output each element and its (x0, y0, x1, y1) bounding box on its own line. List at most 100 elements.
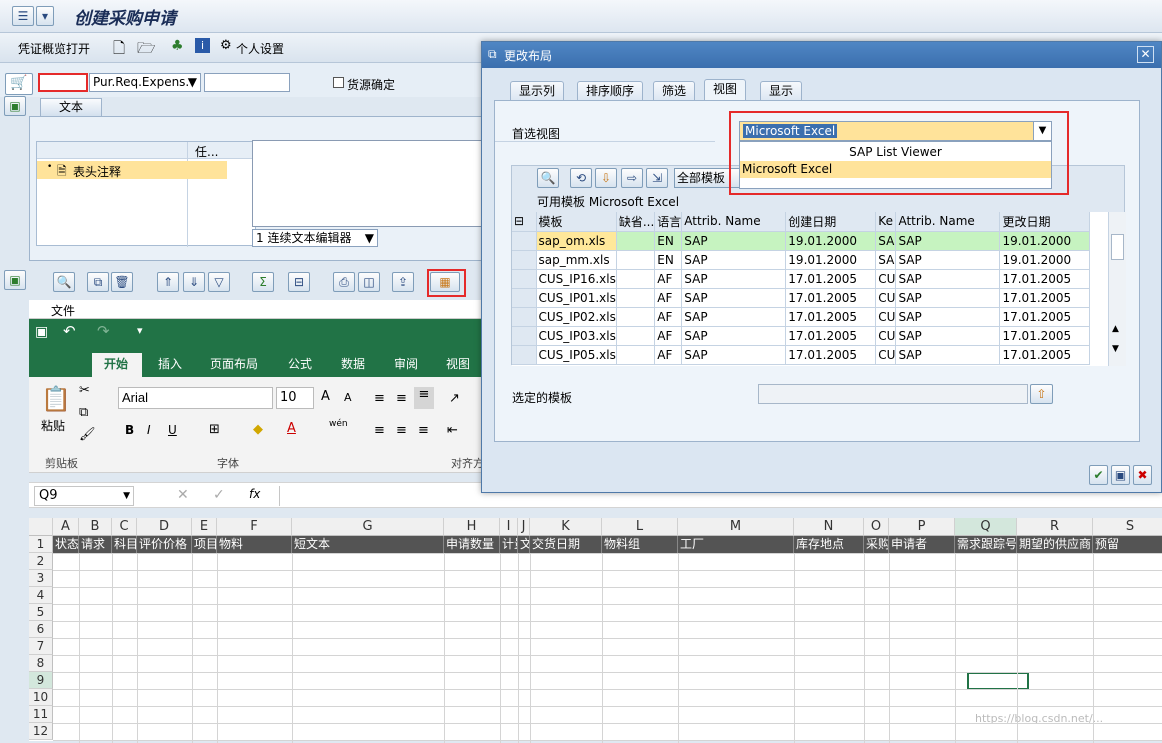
row-header-5[interactable]: 5 (29, 604, 53, 621)
row-header-8[interactable]: 8 (29, 655, 53, 672)
table-row[interactable]: CUS_IP16.xls AF SAP 17.01.2005 CU SAP 17.01.20… (512, 269, 1091, 289)
tab-view[interactable]: 视图 (704, 79, 747, 101)
column-header-r[interactable]: R (1017, 518, 1093, 536)
column-header-h[interactable]: H (444, 518, 500, 536)
undo-icon[interactable]: ↶ (63, 322, 76, 340)
export-icon[interactable]: ⇪ (392, 272, 414, 292)
confirm-icon[interactable]: ✔ (1089, 465, 1108, 485)
row-select-corner-icon[interactable]: ⊟ (512, 212, 537, 232)
header-cell-q[interactable]: 需求跟踪号 (955, 536, 1017, 553)
header-cell-m[interactable]: 工厂 (678, 536, 794, 553)
column-header-j[interactable]: J (518, 518, 530, 536)
sort-asc-icon[interactable]: ⇑ (157, 272, 179, 292)
scrollbar[interactable]: ▲ ▼ (1108, 212, 1126, 366)
enter-icon[interactable]: ✓ (213, 487, 225, 503)
column-header-e[interactable]: E (192, 518, 217, 536)
row-selector[interactable] (512, 250, 537, 270)
underline-icon[interactable]: U (168, 423, 177, 437)
redo-icon[interactable]: ↷ (97, 322, 110, 340)
text-editor-select[interactable]: 1 连续文本编辑器 ▼ (252, 229, 378, 247)
cart-icon[interactable]: 🛒 (5, 73, 33, 95)
row-selector[interactable] (512, 231, 537, 251)
excel-tab-review[interactable]: 审阅 (394, 355, 418, 372)
cancel-icon[interactable]: ✕ (177, 487, 189, 503)
personal-settings-button[interactable]: 个人设置 (236, 40, 284, 57)
table-row[interactable]: CUS_IP02.xls AF SAP 17.01.2005 CU SAP 17.01.20… (512, 307, 1091, 327)
hierarchy-icon[interactable]: ♣ (171, 38, 184, 54)
name-box[interactable]: Q9 ▼ (34, 486, 134, 506)
column-header-f[interactable]: F (217, 518, 292, 536)
font-color-icon[interactable]: A (287, 421, 296, 436)
header-cell-f[interactable]: 物料 (217, 536, 292, 553)
scroll-up-icon[interactable]: ▲ (1112, 324, 1119, 334)
tab-filter[interactable]: 筛选 (653, 81, 696, 101)
active-cell-q9[interactable] (967, 672, 1029, 690)
column-header-c[interactable]: C (112, 518, 137, 536)
table-row[interactable]: CUS_IP05.xls AF SAP 17.01.2005 CU SAP 17.01.20… (512, 345, 1091, 365)
header-cell-e[interactable]: 项目 (192, 536, 217, 553)
header-cell-i[interactable]: 计量 (500, 536, 518, 553)
templates-col-header[interactable]: 语言 (654, 212, 683, 232)
column-header-s[interactable]: S (1093, 518, 1162, 536)
scroll-down-icon[interactable]: ▼ (1112, 344, 1119, 354)
templates-col-header[interactable]: Attrib. Name (681, 212, 787, 232)
row-header-11[interactable]: 11 (29, 706, 53, 723)
menu-icon[interactable]: ☰ (12, 6, 34, 26)
cut-icon[interactable]: ✂ (79, 383, 90, 398)
align-bottom-icon[interactable]: ≡ (414, 387, 434, 409)
doc-type-select[interactable]: Pur.Req.Expens. ▼ (89, 73, 201, 92)
tab-display[interactable]: 显示 (760, 81, 803, 101)
subtotal-icon[interactable]: ⊟ (288, 272, 310, 292)
shrink-font-icon[interactable]: A (344, 391, 352, 404)
header-cell-b[interactable]: 请求 (79, 536, 112, 553)
phonetic-icon[interactable]: wén (329, 419, 348, 429)
excel-tab-layout[interactable]: 页面布局 (210, 355, 258, 372)
upload-template-icon[interactable]: ⇧ (1030, 384, 1053, 404)
align-middle-icon[interactable]: ≡ (396, 391, 407, 406)
header-cell-p[interactable]: 申请者 (889, 536, 955, 553)
save-icon[interactable]: ▣ (1111, 465, 1130, 485)
column-header-i[interactable]: I (500, 518, 518, 536)
personal-settings-icon[interactable]: ⚙ (220, 38, 232, 53)
function-icon[interactable]: fx (249, 487, 260, 501)
row-header-7[interactable]: 7 (29, 638, 53, 655)
header-cell-o[interactable]: 采购 (864, 536, 889, 553)
delete-row-icon[interactable]: 🗑 (111, 272, 133, 292)
italic-icon[interactable]: I (147, 423, 151, 437)
column-header-n[interactable]: N (794, 518, 864, 536)
indent-icon[interactable]: ⇤ (447, 423, 458, 438)
sum-icon[interactable]: Σ (252, 272, 274, 292)
row-header-9[interactable]: 9 (29, 672, 53, 689)
open-doc-icon[interactable]: 🗁 (137, 38, 156, 63)
export-icon[interactable]: ⇨ (621, 168, 643, 188)
header-cell-n[interactable]: 库存地点 (794, 536, 864, 553)
bold-icon[interactable]: B (125, 423, 134, 437)
doc-number-input[interactable] (204, 73, 290, 92)
filter-icon[interactable]: ▽ (208, 272, 230, 292)
excel-tab-home[interactable]: 开始 (104, 355, 128, 372)
scrollbar-thumb[interactable] (1111, 234, 1124, 260)
details-icon[interactable]: 🔍 (537, 168, 559, 188)
column-header-g[interactable]: G (292, 518, 444, 536)
option-sap-list-viewer[interactable]: SAP List Viewer (740, 144, 1051, 161)
table-row[interactable]: CUS_IP03.xls AF SAP 17.01.2005 CU SAP 17.01.20… (512, 326, 1091, 346)
selected-template-field[interactable] (758, 384, 1028, 404)
border-icon[interactable]: ⊞ (209, 422, 220, 437)
copy-row-icon[interactable]: ⧉ (87, 272, 109, 292)
row-selector[interactable] (512, 307, 537, 327)
header-cell-l[interactable]: 物料组 (602, 536, 678, 553)
grow-font-icon[interactable]: A (321, 389, 330, 404)
save-template-icon[interactable]: ⇲ (646, 168, 668, 188)
row-header-10[interactable]: 10 (29, 689, 53, 706)
row-selector[interactable] (512, 345, 537, 365)
save-icon[interactable]: ▣ (35, 324, 48, 340)
excel-tab-view[interactable]: 视图 (446, 355, 470, 372)
templates-col-header[interactable]: 缺省... (616, 212, 656, 232)
views-icon[interactable]: ◫ (358, 272, 380, 292)
fill-color-icon[interactable]: ◆ (253, 422, 263, 437)
change-layout-icon[interactable]: ▦ (430, 272, 460, 292)
align-top-icon[interactable]: ≡ (374, 391, 385, 406)
tab-text[interactable]: 文本 (40, 98, 102, 116)
excel-tab-data[interactable]: 数据 (341, 355, 365, 372)
align-left-icon[interactable]: ≡ (374, 423, 385, 438)
